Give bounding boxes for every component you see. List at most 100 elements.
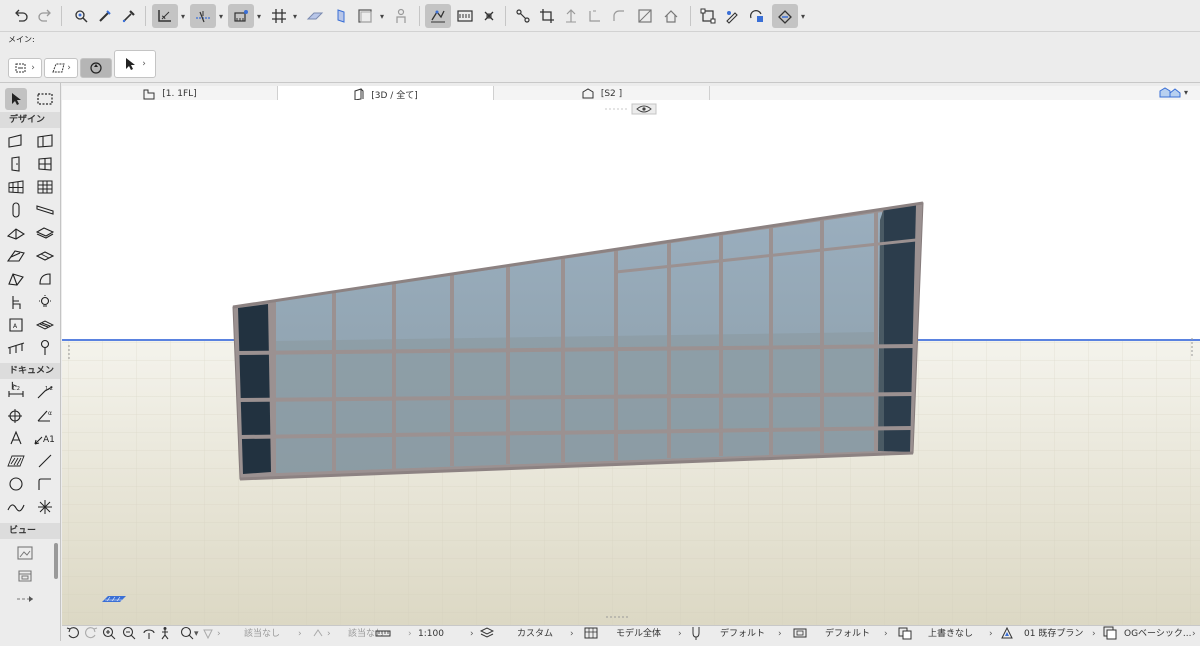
- polyline-tool-icon[interactable]: [34, 473, 56, 495]
- view-options-button[interactable]: ▾: [1158, 84, 1198, 100]
- status-override[interactable]: 上書きなし: [928, 626, 973, 642]
- design-section-header[interactable]: デザイン: [0, 112, 60, 128]
- redo-icon[interactable]: [34, 4, 56, 28]
- dimension-icon[interactable]: [454, 4, 476, 28]
- worksheet-tool-icon[interactable]: [14, 565, 36, 587]
- lamp-tool-icon[interactable]: [34, 291, 56, 313]
- undo-icon[interactable]: [10, 4, 32, 28]
- selection-mode-button[interactable]: ›: [44, 58, 78, 78]
- select-group-icon[interactable]: [697, 4, 719, 28]
- status-scale[interactable]: 1:100: [418, 626, 444, 642]
- shape-icon[interactable]: [354, 4, 376, 28]
- model-view-icon[interactable]: [584, 626, 598, 642]
- chevron-down-icon[interactable]: ▾: [290, 4, 300, 28]
- marquee-icon[interactable]: [34, 88, 56, 110]
- rotate-view-button[interactable]: [80, 58, 112, 78]
- fit-view-icon[interactable]: [180, 626, 194, 642]
- object-tool-icon[interactable]: [34, 268, 56, 290]
- trace-icon[interactable]: [746, 4, 768, 28]
- connect-icon[interactable]: [512, 4, 534, 28]
- chevron-down-icon[interactable]: ▾: [377, 4, 387, 28]
- mesh-tool-icon[interactable]: [34, 245, 56, 267]
- curtain-wall-tool-icon[interactable]: [34, 130, 56, 152]
- curtain-wall-grid-icon[interactable]: [5, 176, 27, 198]
- view-section-header[interactable]: ビュー: [0, 523, 60, 539]
- slab-icon[interactable]: [304, 4, 326, 28]
- status-graphic[interactable]: OGベーシック...: [1124, 626, 1191, 642]
- floor-plan-icon[interactable]: [425, 4, 451, 28]
- location-pin-icon[interactable]: [34, 337, 56, 359]
- arrow-tool-button[interactable]: ›: [114, 50, 156, 78]
- dimension-tool-icon[interactable]: 1.2: [5, 381, 27, 403]
- corner-icon[interactable]: [608, 4, 630, 28]
- line-tool-icon[interactable]: [34, 450, 56, 472]
- door-tool-icon[interactable]: [5, 153, 27, 175]
- zoom-out-icon[interactable]: [122, 626, 136, 642]
- circle-tool-icon[interactable]: [5, 473, 27, 495]
- chair-tool-icon[interactable]: [5, 291, 27, 313]
- status-pen[interactable]: デフォルト: [720, 626, 765, 642]
- angle-icon[interactable]: [584, 4, 606, 28]
- status-renovation[interactable]: 01 既存プラン: [1024, 626, 1083, 642]
- person-icon[interactable]: [390, 4, 412, 28]
- level-dimension-icon[interactable]: 1.2: [34, 381, 56, 403]
- beam-tool-icon[interactable]: [34, 199, 56, 221]
- eyedropper-icon[interactable]: [118, 4, 140, 28]
- chevron-down-icon[interactable]: ▾: [178, 4, 188, 28]
- column-tool-icon[interactable]: [5, 199, 27, 221]
- status-model[interactable]: モデル全体: [616, 626, 661, 642]
- graphic-override-icon[interactable]: [1103, 626, 1117, 642]
- element-filter-button[interactable]: ›: [8, 58, 42, 78]
- filter-icon[interactable]: [202, 626, 214, 642]
- snap-point-icon[interactable]: [478, 4, 500, 28]
- status-layer[interactable]: カスタム: [517, 626, 553, 642]
- zone-tool-icon[interactable]: A: [5, 314, 27, 336]
- layer-combo-icon[interactable]: [312, 626, 324, 642]
- text-tool-icon[interactable]: [5, 427, 27, 449]
- arrow-select-icon[interactable]: [5, 88, 27, 110]
- pick-up-icon[interactable]: [70, 4, 92, 28]
- chevron-down-icon[interactable]: ▾: [798, 4, 808, 28]
- snap-guides-icon[interactable]: [190, 4, 216, 28]
- wall-tool-icon[interactable]: [5, 130, 27, 152]
- section-tool-icon[interactable]: [14, 588, 36, 610]
- roof-tool-icon[interactable]: [5, 222, 27, 244]
- chevron-down-icon[interactable]: ▾: [254, 4, 264, 28]
- ruler-icon[interactable]: [228, 4, 254, 28]
- inject-icon[interactable]: [94, 4, 116, 28]
- toolbox-scrollbar[interactable]: [54, 543, 58, 579]
- grid-icon[interactable]: [268, 4, 290, 28]
- scale-icon[interactable]: [375, 626, 391, 642]
- zoom-in-icon[interactable]: [102, 626, 116, 642]
- morph-tool-icon[interactable]: [5, 268, 27, 290]
- walk-icon[interactable]: [160, 626, 170, 642]
- window-tool-icon[interactable]: [34, 153, 56, 175]
- edit-icon[interactable]: [721, 4, 743, 28]
- layer-set-icon[interactable]: [479, 626, 495, 642]
- grid-element-icon[interactable]: [34, 176, 56, 198]
- 3d-scene[interactable]: [62, 100, 1200, 625]
- railing-tool-icon[interactable]: [5, 337, 27, 359]
- 3d-viewport[interactable]: [62, 100, 1200, 625]
- camera-tool-icon[interactable]: [14, 542, 36, 564]
- renovation-icon[interactable]: [1000, 626, 1014, 642]
- label-tool-icon[interactable]: A1: [34, 427, 56, 449]
- status-display[interactable]: デフォルト: [825, 626, 870, 642]
- spline-tool-icon[interactable]: [5, 496, 27, 518]
- override-icon[interactable]: [898, 626, 912, 642]
- elevation-dim-icon[interactable]: [5, 404, 27, 426]
- shell-tool-icon[interactable]: [5, 245, 27, 267]
- chevron-down-icon[interactable]: ▾: [216, 4, 226, 28]
- undo-view-icon[interactable]: [66, 626, 80, 642]
- render-icon[interactable]: [772, 4, 798, 28]
- slab-tool-icon[interactable]: [34, 222, 56, 244]
- document-section-header[interactable]: ドキュメント: [0, 363, 60, 392]
- pen-set-icon[interactable]: [690, 626, 702, 642]
- status-na-1[interactable]: 該当なし: [244, 626, 280, 642]
- fill-tool-icon[interactable]: [5, 450, 27, 472]
- hotspot-tool-icon[interactable]: [34, 496, 56, 518]
- display-option-icon[interactable]: [793, 626, 807, 642]
- roof-icon[interactable]: [660, 4, 682, 28]
- layout-icon[interactable]: [152, 4, 178, 28]
- crop-icon[interactable]: [536, 4, 558, 28]
